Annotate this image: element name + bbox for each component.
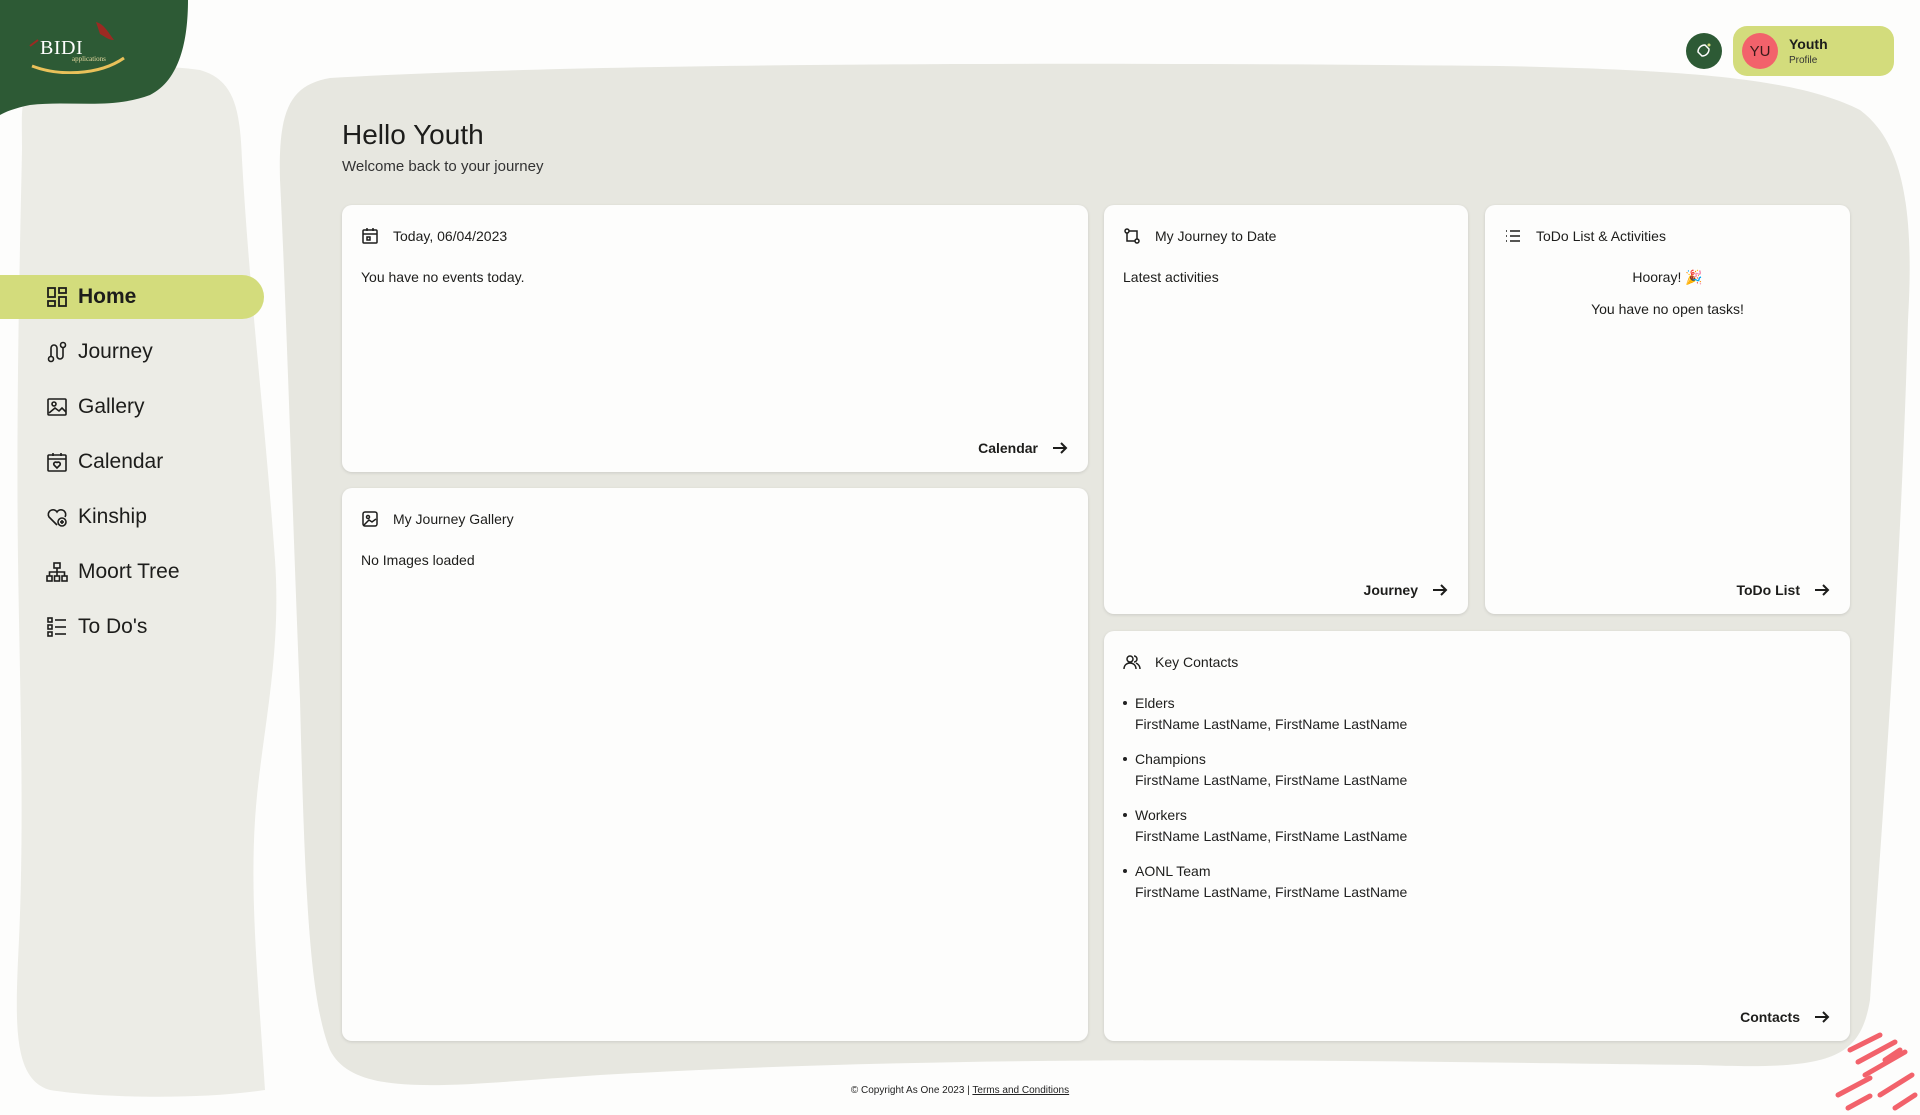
list-item: Workers FirstName LastName, FirstName La… [1123,807,1407,844]
gallery-card: My Journey Gallery No Images loaded [342,488,1088,1041]
link-label: Calendar [978,440,1038,456]
list-item: AONL Team FirstName LastName, FirstName … [1123,863,1407,900]
contact-role: Workers [1135,807,1187,823]
contact-names: FirstName LastName, FirstName LastName [1135,772,1408,788]
profile-button[interactable]: YU Youth Profile [1733,26,1894,76]
contacts-list: Elders FirstName LastName, FirstName Las… [1123,695,1407,919]
image-icon [46,396,68,418]
link-label: Journey [1363,582,1418,598]
arrow-right-icon [1433,584,1448,596]
copyright-text: © Copyright As One 2023 | [850,1085,970,1096]
contact-role: Champions [1135,751,1206,767]
card-title: Today, 06/04/2023 [393,228,508,244]
users-icon [1123,655,1141,670]
sidebar-item-label: To Do's [78,615,148,638]
sidebar-item-gallery[interactable]: Gallery [0,385,264,429]
page-title: Hello Youth [342,119,484,150]
card-body: You have no events today. [361,269,525,285]
bullet [1123,701,1127,705]
card-title: My Journey Gallery [393,511,514,527]
sidebar-item-label: Gallery [78,395,145,418]
sidebar-item-calendar[interactable]: Calendar [0,440,264,484]
todo-message: Hooray! 🎉 You have no open tasks! [1485,269,1850,317]
arrow-right-icon [1815,1011,1830,1023]
tree-structure-icon [46,561,68,583]
contact-names: FirstName LastName, FirstName LastName [1135,884,1408,900]
arrow-right-icon [1815,584,1830,596]
avatar: YU [1742,33,1778,69]
bullet [1123,757,1127,761]
heart-plus-icon [46,506,68,528]
today-card: Today, 06/04/2023 You have no events tod… [342,205,1088,472]
terms-link[interactable]: Terms and Conditions [972,1085,1069,1096]
contacts-link[interactable]: Contacts [1740,1009,1830,1025]
page-subtitle: Welcome back to your journey [342,158,544,175]
sidebar-item-label: Home [78,285,137,308]
list-item: Elders FirstName LastName, FirstName Las… [1123,695,1407,732]
contact-names: FirstName LastName, FirstName LastName [1135,828,1408,844]
bell-icon [1697,43,1711,57]
journey-icon [1124,228,1140,244]
contact-role: AONL Team [1135,863,1211,879]
todo-card: ToDo List & Activities Hooray! 🎉 You hav… [1485,205,1850,614]
profile-name: Youth [1789,36,1828,52]
sidebar-item-kinship[interactable]: Kinship [0,495,264,539]
bullet [1123,869,1127,873]
calendar-link[interactable]: Calendar [978,440,1068,456]
footer: © Copyright As One 2023 | Terms and Cond… [0,1085,1920,1096]
sidebar-nav: Home Journey Gallery Calendar Kinship Mo… [0,275,265,660]
calendar-heart-icon [46,451,68,473]
contact-role: Elders [1135,695,1175,711]
calendar-icon [362,228,378,244]
list-icon [1506,230,1520,242]
link-label: Contacts [1740,1009,1800,1025]
logo-subtitle: applications [72,55,106,63]
card-title: My Journey to Date [1155,228,1277,244]
card-body: No Images loaded [361,552,475,568]
sidebar-item-label: Kinship [78,505,147,528]
notifications-button[interactable] [1686,33,1722,69]
list-item: Champions FirstName LastName, FirstName … [1123,751,1407,788]
checklist-icon [46,616,68,638]
journey-link[interactable]: Journey [1364,582,1448,598]
todo-empty-text: You have no open tasks! [1591,301,1744,317]
route-icon [46,341,68,363]
sidebar-item-moort-tree[interactable]: Moort Tree [0,550,264,594]
contacts-card: Key Contacts Elders FirstName LastName, … [1104,631,1850,1041]
sidebar-item-journey[interactable]: Journey [0,330,264,374]
sidebar-item-todos[interactable]: To Do's [0,605,264,649]
profile-subtitle: Profile [1789,55,1818,66]
sidebar-item-label: Moort Tree [78,560,180,583]
card-body: Latest activities [1123,269,1219,285]
journey-card: My Journey to Date Latest activities Jou… [1104,205,1468,614]
sidebar-item-label: Calendar [78,450,164,473]
card-title: Key Contacts [1155,654,1239,670]
link-label: ToDo List [1736,582,1800,598]
card-title: ToDo List & Activities [1536,228,1666,244]
todo-hooray: Hooray! 🎉 [1632,269,1703,285]
grid-icon [46,286,68,308]
arrow-right-icon [1053,442,1068,454]
bullet [1123,813,1127,817]
image-icon [362,511,378,527]
contact-names: FirstName LastName, FirstName LastName [1135,716,1408,732]
todo-list-link[interactable]: ToDo List [1736,582,1830,598]
sidebar-item-label: Journey [78,340,153,363]
sidebar-item-home[interactable]: Home [0,275,264,319]
